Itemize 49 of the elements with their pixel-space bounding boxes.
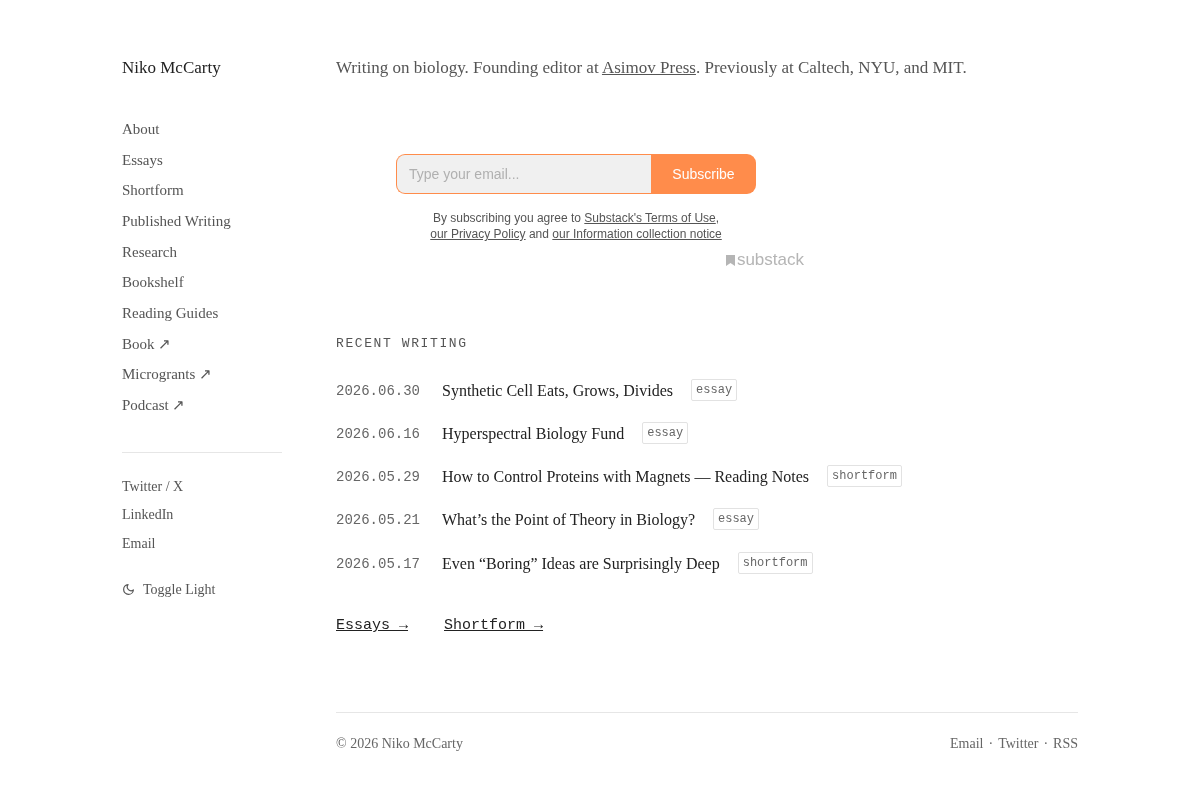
social-link[interactable]: LinkedIn — [122, 505, 174, 526]
category-tag: essay — [642, 421, 689, 444]
social-link[interactable]: Email — [122, 533, 156, 554]
policy-link[interactable]: our Information collection notice — [552, 227, 722, 241]
email-input[interactable]: Type your email... — [396, 154, 651, 194]
nav-link[interactable]: Essays — [122, 149, 163, 170]
asimov-press-link[interactable]: Asimov Press — [601, 58, 696, 77]
moon-icon — [122, 583, 135, 597]
post-title-link[interactable]: Even “Boring” Ideas are Surprisingly Deep — [442, 552, 720, 575]
nav-link[interactable]: About — [122, 119, 160, 139]
section-heading: RECENT WRITING — [336, 335, 469, 353]
category-tag: essay — [713, 508, 760, 531]
post-title-link[interactable]: Hyperspectral Biology Fund — [442, 422, 625, 445]
post-date: 2026.06.16 — [336, 424, 421, 444]
post-date: 2026.05.21 — [336, 511, 421, 531]
archive-link[interactable]: Essays → — [336, 616, 408, 637]
separator-dot: · — [988, 735, 994, 754]
brand-logo-text: substack — [736, 252, 804, 268]
nav-link[interactable]: Microgrants ↗ — [122, 364, 213, 385]
footer-link[interactable]: Email — [950, 734, 984, 755]
nav-link[interactable]: Bookshelf — [122, 272, 184, 293]
post-title-link[interactable]: Synthetic Cell Eats, Grows, Divides — [442, 379, 674, 402]
post-title-link[interactable]: What’s the Point of Theory in Biology? — [442, 509, 695, 532]
theme-toggle[interactable]: Toggle Light — [122, 579, 216, 600]
nav-link[interactable]: Reading Guides — [122, 302, 219, 323]
nav-link[interactable]: Research — [122, 241, 177, 262]
nav-link[interactable]: Published Writing — [122, 210, 231, 231]
nav-link[interactable]: Shortform — [122, 180, 184, 201]
footer-link[interactable]: RSS — [1053, 734, 1078, 755]
social-link[interactable]: Twitter / X — [122, 476, 184, 497]
site-name[interactable]: Niko McCarty — [122, 56, 221, 80]
post-date: 2026.05.17 — [336, 554, 421, 574]
nav-link[interactable]: Podcast ↗ — [122, 394, 186, 415]
nav-link[interactable]: Book ↗ — [122, 333, 172, 354]
post-date: 2026.06.30 — [336, 381, 421, 401]
category-tag: essay — [691, 378, 738, 401]
policy-link[interactable]: our Privacy Policy — [430, 227, 526, 241]
policy-link[interactable]: Substack's Terms of Use — [584, 211, 716, 225]
post-date: 2026.05.29 — [336, 468, 421, 488]
archive-link[interactable]: Shortform → — [444, 616, 544, 637]
category-tag: shortform — [827, 465, 902, 488]
copyright-text: © 2026 Niko McCarty — [336, 735, 463, 754]
post-title-link[interactable]: How to Control Proteins with Magnets — Reading Notes — [442, 466, 810, 489]
consent-text: By subscribing you agree to Substack's Terms of Use, our Privacy Policy and our Information collection notice — [429, 210, 723, 242]
category-tag: shortform — [737, 551, 813, 574]
intro-text: Writing on biology. Founding editor at Asimov Press. Previously at Caltech, NYU, and MIT. — [336, 57, 968, 79]
separator-dot: · — [1043, 735, 1049, 754]
bookmark-icon — [725, 254, 735, 266]
footer-link[interactable]: Twitter — [998, 734, 1039, 755]
